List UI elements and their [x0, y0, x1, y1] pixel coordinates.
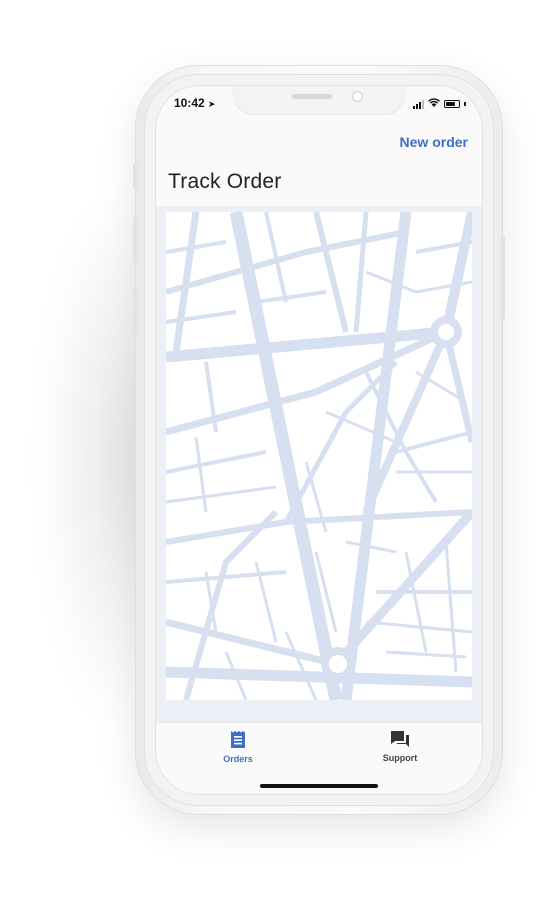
tab-orders-label: Orders: [223, 754, 253, 764]
chat-bubbles-icon: [355, 731, 445, 749]
order-tracking-map[interactable]: [165, 210, 477, 702]
location-arrow-icon: ➤: [208, 99, 216, 109]
map-streets-graphic: [165, 210, 477, 702]
status-icons: [413, 98, 466, 110]
tab-orders[interactable]: Orders: [193, 731, 283, 764]
receipt-icon: [193, 731, 283, 750]
battery-cap: [464, 102, 466, 106]
app-screen: 10:42 ➤ New order Track Order Orders Sup…: [156, 86, 482, 794]
power-button: [501, 236, 505, 320]
home-indicator[interactable]: [260, 784, 378, 788]
stage: 10:42 ➤ New order Track Order Orders Sup…: [0, 0, 559, 912]
phone-frame: 10:42 ➤ New order Track Order Orders Sup…: [133, 66, 505, 814]
battery-icon: [444, 100, 460, 108]
tab-support-label: Support: [382, 753, 418, 763]
notch: [232, 86, 406, 114]
silent-switch: [133, 164, 137, 190]
cellular-signal-icon: [413, 99, 424, 109]
volume-down-button: [133, 286, 137, 336]
new-order-button[interactable]: New order: [400, 134, 468, 150]
wifi-icon: [428, 98, 440, 110]
volume-up-button: [133, 216, 137, 266]
speaker: [292, 94, 332, 99]
tab-support[interactable]: Support: [355, 731, 445, 763]
status-time-text: 10:42: [174, 96, 205, 110]
map-container: [156, 206, 482, 722]
front-camera: [352, 91, 363, 102]
page-title: Track Order: [168, 170, 282, 193]
status-time: 10:42 ➤: [174, 96, 216, 110]
